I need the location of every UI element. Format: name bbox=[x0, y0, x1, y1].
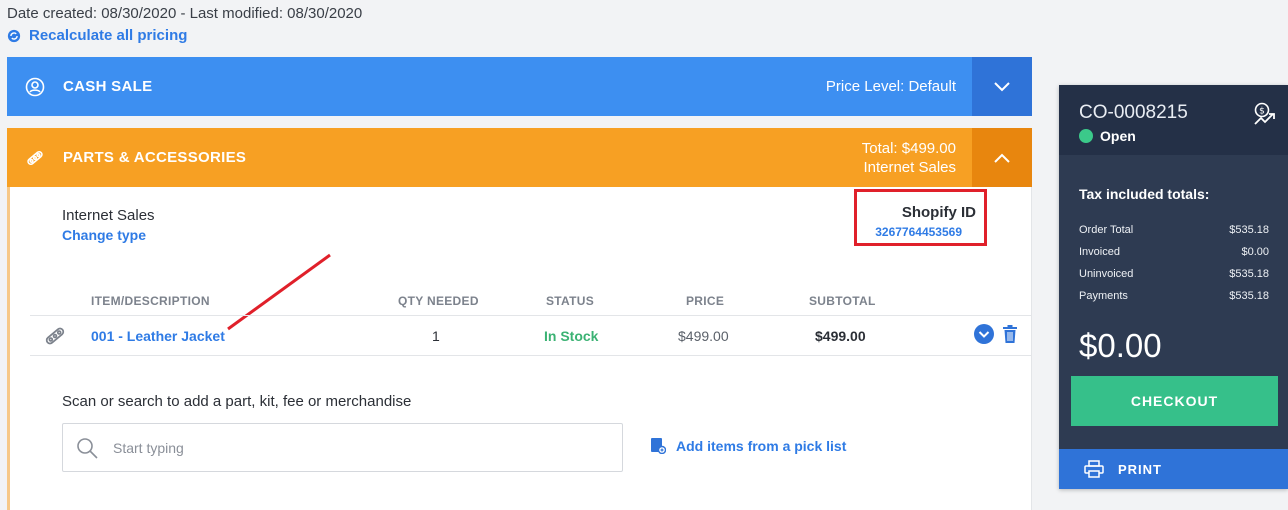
checkout-button[interactable]: CHECKOUT bbox=[1071, 376, 1278, 426]
summary-row-value: $535.18 bbox=[1229, 224, 1269, 236]
recalculate-label: Recalculate all pricing bbox=[29, 27, 188, 44]
trash-icon[interactable] bbox=[1002, 325, 1018, 343]
customer-icon bbox=[25, 77, 45, 97]
shopify-highlight-box: Shopify ID 3267764453569 bbox=[854, 189, 987, 246]
summary-row: Payments $535.18 bbox=[1079, 290, 1269, 302]
column-qty: QTY NEEDED bbox=[398, 294, 479, 308]
parts-section-header[interactable]: PARTS & ACCESSORIES Total: $499.00 Inter… bbox=[7, 128, 1032, 187]
order-summary-panel: CO-0008215 Open $ Tax included totals: O… bbox=[1059, 85, 1288, 489]
refresh-icon bbox=[7, 29, 21, 42]
summary-row-value: $535.18 bbox=[1229, 290, 1269, 302]
shopify-id-value[interactable]: 3267764453569 bbox=[875, 225, 962, 239]
cash-sale-section-header[interactable]: CASH SALE Price Level: Default bbox=[7, 57, 1032, 116]
change-type-link[interactable]: Change type bbox=[62, 227, 146, 243]
recalculate-pricing-link[interactable]: Recalculate all pricing bbox=[7, 27, 187, 44]
picklist-icon bbox=[651, 438, 666, 454]
printer-icon bbox=[1084, 460, 1104, 478]
parts-icon bbox=[25, 148, 45, 168]
row-divider bbox=[30, 315, 1031, 316]
print-button[interactable]: PRINT bbox=[1059, 449, 1288, 489]
status-label: Open bbox=[1100, 128, 1136, 144]
tax-totals-title: Tax included totals: bbox=[1079, 186, 1210, 202]
picklist-label: Add items from a pick list bbox=[676, 437, 847, 454]
column-subtotal: SUBTOTAL bbox=[809, 294, 876, 308]
status-dot-icon bbox=[1079, 129, 1093, 143]
summary-row-label: Payments bbox=[1079, 290, 1128, 302]
summary-row-value: $535.18 bbox=[1229, 268, 1269, 280]
search-field[interactable] bbox=[62, 423, 623, 472]
parts-collapse-button[interactable] bbox=[972, 128, 1032, 187]
item-price: $499.00 bbox=[678, 328, 729, 344]
add-from-picklist-link[interactable]: Add items from a pick list bbox=[650, 437, 846, 454]
item-link[interactable]: 001 - Leather Jacket bbox=[91, 328, 225, 344]
summary-row: Uninvoiced $535.18 bbox=[1079, 268, 1269, 280]
parts-type-label: Internet Sales bbox=[863, 158, 956, 176]
print-label: PRINT bbox=[1118, 461, 1162, 477]
item-status: In Stock bbox=[544, 328, 599, 344]
search-icon bbox=[77, 437, 98, 459]
balance-due: $0.00 bbox=[1079, 327, 1162, 364]
order-summary-header: CO-0008215 Open $ bbox=[1059, 85, 1288, 155]
parts-total-block: Total: $499.00 Internet Sales bbox=[862, 139, 972, 177]
parts-total: Total: $499.00 bbox=[861, 139, 956, 157]
search-input[interactable] bbox=[113, 439, 593, 456]
shopify-id-label: Shopify ID bbox=[901, 204, 976, 221]
part-icon bbox=[45, 327, 65, 345]
summary-row-label: Order Total bbox=[1079, 224, 1134, 236]
summary-row: Order Total $535.18 bbox=[1079, 224, 1269, 236]
summary-row: Invoiced $0.00 bbox=[1079, 246, 1269, 258]
item-subtotal: $499.00 bbox=[815, 328, 866, 344]
cash-sale-expand-button[interactable] bbox=[972, 57, 1032, 116]
svg-text:$: $ bbox=[1259, 107, 1265, 117]
parts-title: PARTS & ACCESSORIES bbox=[63, 149, 247, 166]
price-level: Price Level: Default bbox=[825, 78, 956, 95]
column-price: PRICE bbox=[686, 294, 725, 308]
scan-label: Scan or search to add a part, kit, fee o… bbox=[62, 393, 412, 410]
chevron-down-icon bbox=[994, 81, 1010, 91]
item-qty: 1 bbox=[432, 328, 440, 344]
summary-row-label: Uninvoiced bbox=[1079, 268, 1134, 280]
row-divider bbox=[30, 355, 1031, 356]
sale-type: Internet Sales bbox=[62, 207, 155, 224]
chevron-up-icon bbox=[994, 153, 1010, 163]
row-actions bbox=[974, 324, 1018, 344]
price-trend-icon[interactable]: $ bbox=[1252, 102, 1278, 128]
row-expand-icon[interactable] bbox=[974, 324, 994, 344]
parts-panel: Internet Sales Change type Shopify ID 32… bbox=[7, 187, 1032, 510]
order-number: CO-0008215 bbox=[1079, 102, 1188, 123]
cash-sale-title: CASH SALE bbox=[63, 78, 153, 95]
column-status: STATUS bbox=[546, 294, 595, 308]
summary-row-label: Invoiced bbox=[1079, 246, 1120, 258]
order-status: Open bbox=[1079, 128, 1136, 144]
date-info: Date created: 08/30/2020 - Last modified… bbox=[7, 5, 363, 22]
summary-row-value: $0.00 bbox=[1241, 246, 1269, 258]
column-item: ITEM/DESCRIPTION bbox=[91, 294, 210, 308]
